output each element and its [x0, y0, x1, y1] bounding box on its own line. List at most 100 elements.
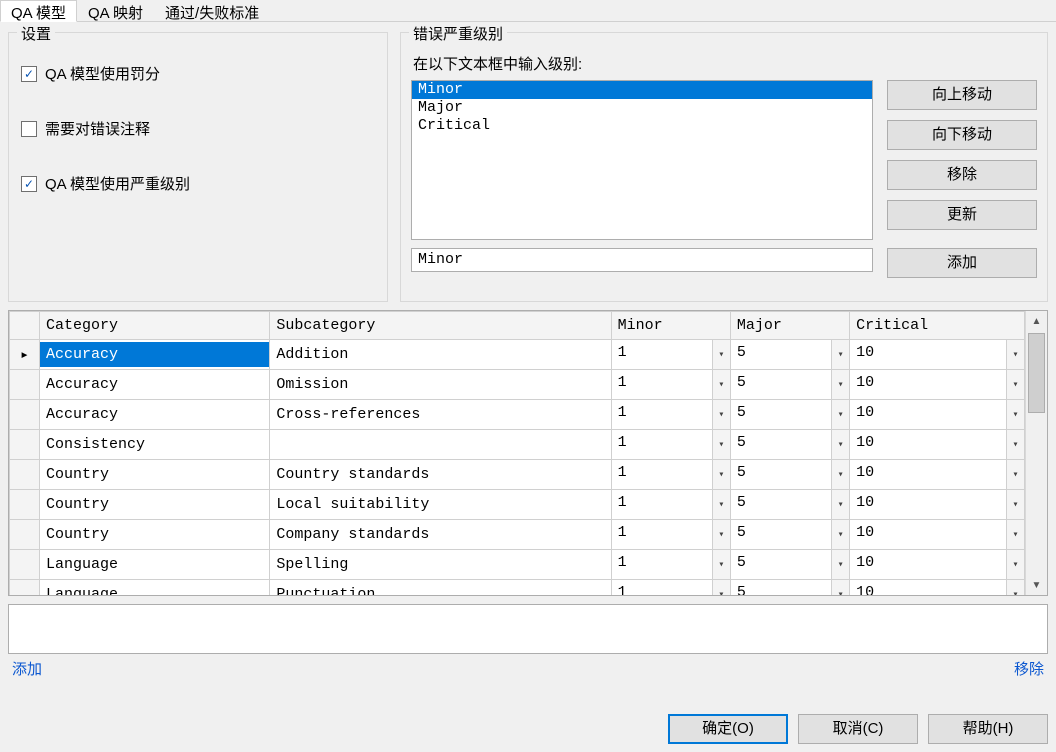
- cell-category[interactable]: Country: [40, 520, 270, 550]
- dropdown-arrow-icon[interactable]: ▾: [831, 580, 849, 595]
- tab-qa-model[interactable]: QA 模型: [0, 0, 77, 22]
- cell-critical[interactable]: 10▾: [850, 460, 1025, 490]
- dropdown-arrow-icon[interactable]: ▾: [712, 550, 730, 579]
- cell-major[interactable]: 5▾: [730, 550, 849, 580]
- cell-subcategory[interactable]: Omission: [270, 370, 611, 400]
- dropdown-arrow-icon[interactable]: ▾: [712, 370, 730, 399]
- dropdown-arrow-icon[interactable]: ▾: [712, 430, 730, 459]
- table-row[interactable]: CountryLocal suitability1▾5▾10▾: [10, 490, 1025, 520]
- row-header[interactable]: ▸: [10, 340, 40, 370]
- cell-major[interactable]: 5▾: [730, 370, 849, 400]
- dropdown-arrow-icon[interactable]: ▾: [831, 340, 849, 369]
- table-row[interactable]: AccuracyCross-references1▾5▾10▾: [10, 400, 1025, 430]
- scroll-up-icon[interactable]: ▲: [1026, 311, 1047, 331]
- col-major[interactable]: Major: [730, 312, 849, 340]
- cell-minor[interactable]: 1▾: [611, 580, 730, 596]
- scroll-down-icon[interactable]: ▼: [1026, 575, 1047, 595]
- cell-subcategory[interactable]: Spelling: [270, 550, 611, 580]
- ok-button[interactable]: 确定(O): [668, 714, 788, 744]
- table-row[interactable]: CountryCountry standards1▾5▾10▾: [10, 460, 1025, 490]
- cb-comment[interactable]: ✓: [21, 121, 37, 137]
- cell-category[interactable]: Accuracy: [40, 370, 270, 400]
- table-row[interactable]: ▸AccuracyAddition1▾5▾10▾: [10, 340, 1025, 370]
- cell-critical[interactable]: 10▾: [850, 370, 1025, 400]
- dropdown-arrow-icon[interactable]: ▾: [1006, 430, 1024, 459]
- cell-minor[interactable]: 1▾: [611, 430, 730, 460]
- cell-subcategory[interactable]: Cross-references: [270, 400, 611, 430]
- dropdown-arrow-icon[interactable]: ▾: [831, 550, 849, 579]
- dropdown-arrow-icon[interactable]: ▾: [1006, 520, 1024, 549]
- cell-category[interactable]: Accuracy: [40, 400, 270, 430]
- cell-critical[interactable]: 10▾: [850, 400, 1025, 430]
- row-header[interactable]: [10, 400, 40, 430]
- cell-subcategory[interactable]: Punctuation: [270, 580, 611, 596]
- cell-minor[interactable]: 1▾: [611, 370, 730, 400]
- cell-major[interactable]: 5▾: [730, 580, 849, 596]
- dropdown-arrow-icon[interactable]: ▾: [831, 520, 849, 549]
- dropdown-arrow-icon[interactable]: ▾: [831, 400, 849, 429]
- description-textbox[interactable]: [8, 604, 1048, 654]
- cell-critical[interactable]: 10▾: [850, 490, 1025, 520]
- tab-qa-mapping[interactable]: QA 映射: [77, 0, 154, 22]
- cell-category[interactable]: Consistency: [40, 430, 270, 460]
- cell-major[interactable]: 5▾: [730, 520, 849, 550]
- cell-major[interactable]: 5▾: [730, 340, 849, 370]
- cell-critical[interactable]: 10▾: [850, 340, 1025, 370]
- cell-major[interactable]: 5▾: [730, 490, 849, 520]
- table-row[interactable]: AccuracyOmission1▾5▾10▾: [10, 370, 1025, 400]
- cell-subcategory[interactable]: [270, 430, 611, 460]
- cell-critical[interactable]: 10▾: [850, 580, 1025, 596]
- cell-critical[interactable]: 10▾: [850, 520, 1025, 550]
- table-row[interactable]: Consistency 1▾5▾10▾: [10, 430, 1025, 460]
- cell-subcategory[interactable]: Country standards: [270, 460, 611, 490]
- dropdown-arrow-icon[interactable]: ▾: [712, 490, 730, 519]
- dropdown-arrow-icon[interactable]: ▾: [831, 490, 849, 519]
- dropdown-arrow-icon[interactable]: ▾: [1006, 550, 1024, 579]
- cell-minor[interactable]: 1▾: [611, 400, 730, 430]
- cell-critical[interactable]: 10▾: [850, 430, 1025, 460]
- cb-severity[interactable]: ✓: [21, 176, 37, 192]
- dropdown-arrow-icon[interactable]: ▾: [1006, 400, 1024, 429]
- cell-major[interactable]: 5▾: [730, 430, 849, 460]
- dropdown-arrow-icon[interactable]: ▾: [1006, 460, 1024, 489]
- help-button[interactable]: 帮助(H): [928, 714, 1048, 744]
- row-header[interactable]: [10, 490, 40, 520]
- cell-category[interactable]: Country: [40, 460, 270, 490]
- severity-item-major[interactable]: Major: [412, 99, 872, 117]
- move-down-button[interactable]: 向下移动: [887, 120, 1037, 150]
- cell-subcategory[interactable]: Local suitability: [270, 490, 611, 520]
- severity-item-minor[interactable]: Minor: [412, 81, 872, 99]
- dropdown-arrow-icon[interactable]: ▾: [712, 520, 730, 549]
- table-row[interactable]: LanguagePunctuation1▾5▾10▾: [10, 580, 1025, 596]
- cell-minor[interactable]: 1▾: [611, 520, 730, 550]
- dropdown-arrow-icon[interactable]: ▾: [712, 400, 730, 429]
- cell-category[interactable]: Accuracy: [40, 340, 270, 370]
- row-header[interactable]: [10, 460, 40, 490]
- cancel-button[interactable]: 取消(C): [798, 714, 918, 744]
- cb-penalty[interactable]: ✓: [21, 66, 37, 82]
- cell-minor[interactable]: 1▾: [611, 340, 730, 370]
- dropdown-arrow-icon[interactable]: ▾: [831, 460, 849, 489]
- add-severity-button[interactable]: 添加: [887, 248, 1037, 278]
- cell-major[interactable]: 5▾: [730, 400, 849, 430]
- scroll-thumb[interactable]: [1028, 333, 1045, 413]
- row-header[interactable]: [10, 430, 40, 460]
- dropdown-arrow-icon[interactable]: ▾: [712, 340, 730, 369]
- severity-input[interactable]: Minor: [411, 248, 873, 272]
- add-row-link[interactable]: 添加: [12, 658, 42, 679]
- severity-list[interactable]: Minor Major Critical: [411, 80, 873, 240]
- col-critical[interactable]: Critical: [850, 312, 1025, 340]
- cell-category[interactable]: Country: [40, 490, 270, 520]
- cell-category[interactable]: Language: [40, 550, 270, 580]
- dropdown-arrow-icon[interactable]: ▾: [712, 580, 730, 595]
- cell-category[interactable]: Language: [40, 580, 270, 596]
- move-up-button[interactable]: 向上移动: [887, 80, 1037, 110]
- dropdown-arrow-icon[interactable]: ▾: [1006, 490, 1024, 519]
- col-subcategory[interactable]: Subcategory: [270, 312, 611, 340]
- dropdown-arrow-icon[interactable]: ▾: [1006, 580, 1024, 595]
- dropdown-arrow-icon[interactable]: ▾: [1006, 370, 1024, 399]
- col-category[interactable]: Category: [40, 312, 270, 340]
- cell-minor[interactable]: 1▾: [611, 460, 730, 490]
- table-row[interactable]: CountryCompany standards1▾5▾10▾: [10, 520, 1025, 550]
- cell-minor[interactable]: 1▾: [611, 550, 730, 580]
